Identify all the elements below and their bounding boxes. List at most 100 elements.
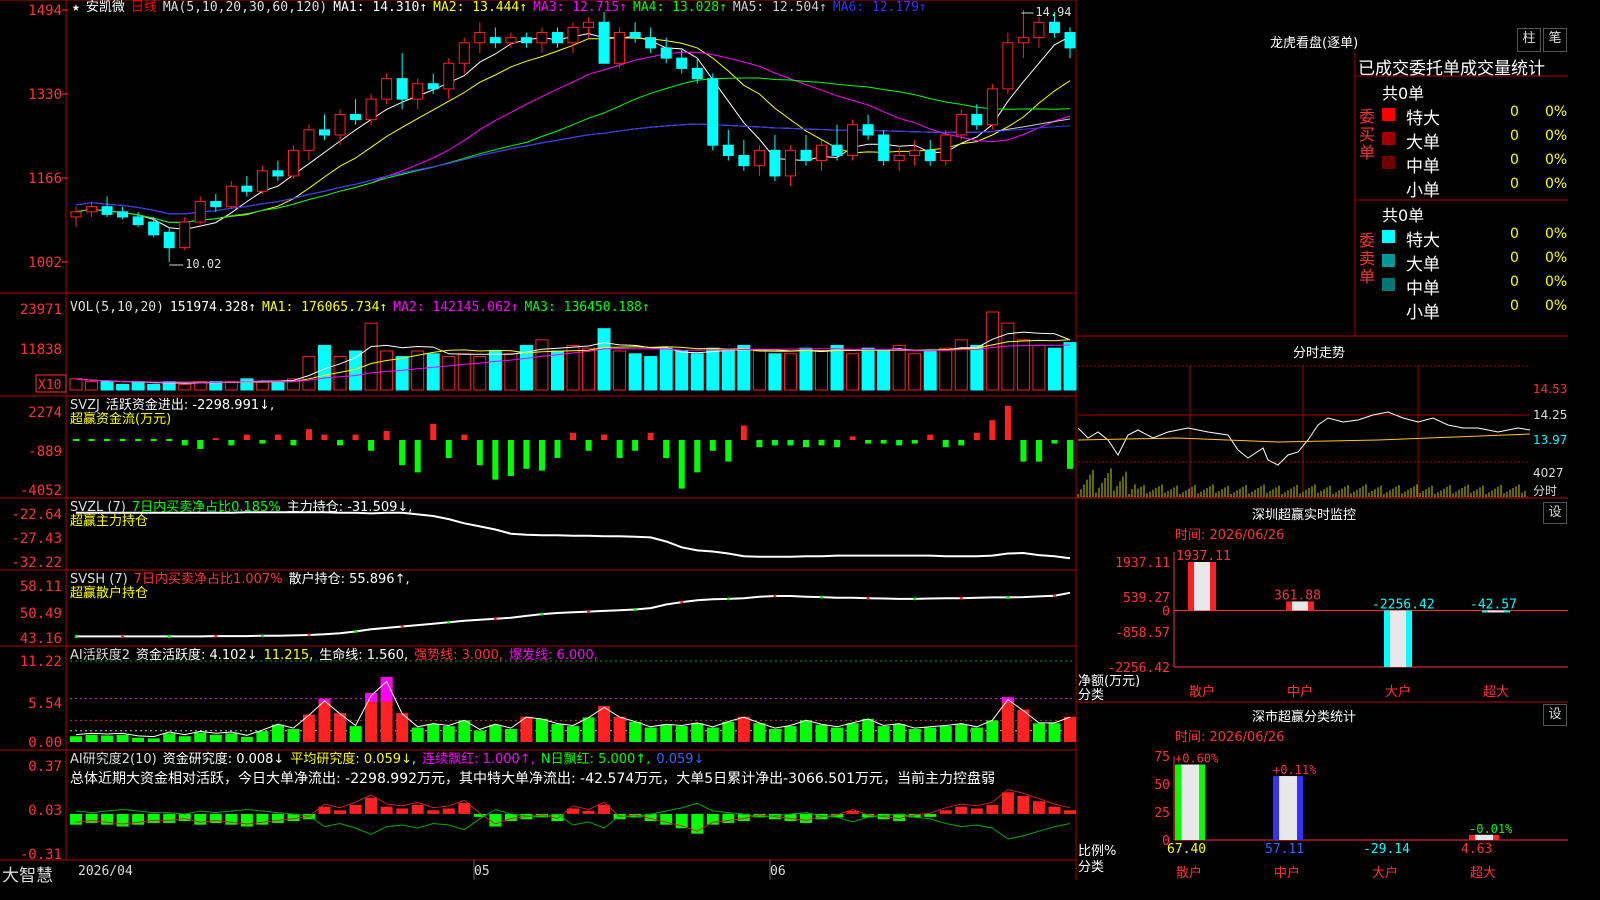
svzj-bar-11 — [243, 434, 250, 440]
ai2-d: N日飘红: 5.000↑, — [540, 752, 651, 767]
candle-body-2 — [101, 206, 113, 215]
svzj-dash-6 — [166, 439, 173, 441]
ai2-bar-59 — [986, 804, 999, 814]
ma-line-6 — [75, 123, 1071, 215]
classify-settings-button[interactable]: 设 — [1543, 704, 1567, 726]
candle-body-3 — [117, 211, 129, 218]
monitor-time: 时间: 2026/06/26 — [1175, 528, 1285, 543]
ai2-bar-6 — [163, 813, 176, 823]
buy-swatch-1 — [1382, 132, 1395, 145]
svsh-dot-9 — [214, 634, 218, 638]
ai2-bar-25 — [458, 803, 471, 814]
ai1-bar-32 — [567, 726, 579, 742]
vol-bar-1 — [85, 381, 99, 391]
svzj-bar-23 — [430, 423, 437, 440]
ai1-bar-2 — [101, 735, 114, 742]
ma-value-6: MA6: 12.179↑ — [832, 0, 927, 15]
ai1-axis-label-0: 11.22 — [20, 654, 62, 670]
fenshi-p1: 14.53 — [1533, 382, 1568, 396]
candle-body-31 — [551, 32, 563, 44]
svsh-axis-label-2: 43.16 — [20, 631, 62, 647]
vol-bar-23 — [426, 353, 440, 391]
svsh-dot-54 — [913, 597, 917, 601]
ai1-bar-44 — [753, 723, 766, 742]
vol-bar-49 — [830, 344, 844, 391]
ai2-bar-3 — [116, 813, 129, 827]
ai1-bar-51 — [862, 718, 875, 742]
fenshi-title[interactable]: 分时走势 — [1293, 342, 1345, 361]
svzj-bar-47 — [802, 440, 809, 448]
svzl-desc1: 7日内买卖净占比0.185% — [131, 500, 281, 515]
ai1-bar-28 — [504, 729, 517, 742]
candle-body-49 — [831, 144, 843, 156]
candle-body-60 — [1002, 42, 1014, 90]
svzj-bar-38 — [663, 440, 670, 458]
candle-body-41 — [707, 78, 719, 146]
sell-label-0: 特大 — [1406, 231, 1440, 251]
vol-bar-47 — [799, 347, 813, 391]
candle-body-28 — [505, 37, 517, 44]
ai2-bar-27 — [489, 813, 502, 827]
period-label[interactable]: 日线 — [131, 0, 157, 15]
fenshi-vol: 4027 — [1533, 466, 1564, 480]
ma-value-3: MA3: 12.715↑ — [533, 0, 627, 15]
sell-swatch-3 — [1382, 302, 1395, 315]
svzj-desc: 活跃资金进出: -2298.991↓, — [105, 398, 275, 413]
ai1-header: AI活跃度2 资金活跃度: 4.102↓ 11.215, 生命线: 1.560, 强势线… — [70, 648, 604, 664]
monitor-settings-button[interactable]: 设 — [1543, 502, 1567, 524]
monitor-axis-label-2: 0 — [1162, 605, 1170, 620]
svzj-bar-24 — [445, 440, 452, 458]
svzj-bar-12 — [259, 440, 266, 444]
monitor-cat-label-1: 中户 — [1287, 684, 1313, 700]
classify-bar-label-3: 4.63 — [1461, 842, 1492, 857]
candle-body-16 — [319, 129, 330, 136]
svsh-dot-36 — [633, 607, 637, 611]
favorite-star-icon[interactable]: ★ — [72, 0, 80, 15]
vol-bar-59 — [985, 311, 999, 391]
sell-val-0: 0 — [1510, 226, 1519, 242]
svzj-bar-21 — [399, 440, 406, 466]
ai2-bar-24 — [442, 808, 455, 814]
vol-bar-53 — [892, 344, 906, 391]
candle-body-13 — [272, 170, 284, 177]
ai1-bar-9 — [209, 734, 222, 742]
svsh-desc2: 散户持仓: 55.896↑, — [288, 572, 410, 587]
candle-body-26 — [474, 32, 486, 44]
ma-value-4: MA4: 13.028↑ — [633, 0, 727, 15]
ai1-bar-58 — [970, 727, 983, 742]
vol-bar-42 — [721, 350, 735, 391]
candle-body-9 — [210, 201, 222, 208]
ai1-bar-36 — [629, 721, 642, 742]
svsh-dot-60 — [1006, 595, 1010, 599]
svzj-bar-64 — [1067, 440, 1073, 469]
ai1-bar-42 — [722, 721, 735, 742]
vol-bar-61 — [1016, 339, 1030, 391]
buy-val-2: 0 — [1510, 152, 1519, 168]
classify-axis-label-0: 75 — [1154, 750, 1170, 765]
ai2-bar-55 — [924, 813, 937, 817]
candle-body-35 — [614, 32, 626, 64]
buy-pct-2: 0% — [1545, 152, 1568, 168]
svzj-bar-52 — [880, 440, 887, 444]
column-view-button[interactable]: 柱 — [1517, 28, 1541, 52]
svzj-bar-16 — [321, 434, 328, 440]
svzj-axis-label-0: 2274 — [28, 405, 62, 421]
candle-body-57 — [955, 113, 967, 136]
vol-bar-48 — [815, 350, 828, 391]
ai2-bar-57 — [955, 806, 968, 814]
vol-bar-21 — [395, 356, 409, 391]
svsh-dot-0 — [74, 634, 78, 638]
ai2-bar-18 — [349, 804, 362, 814]
high-annotation: 14.94 — [1035, 5, 1071, 19]
fenshi-vlabel: 分时 — [1533, 484, 1558, 498]
tick-view-button[interactable]: 笔 — [1543, 28, 1567, 52]
vol-bar-58 — [970, 344, 984, 391]
vol-bar-50 — [846, 353, 860, 391]
svsh-dot-39 — [680, 600, 684, 604]
ai2-bar-58 — [970, 808, 983, 814]
svzj-bar-31 — [554, 440, 561, 458]
low-annotation: 10.02 — [185, 257, 221, 271]
ai1-bar-8 — [194, 732, 207, 742]
price-axis-label-2: 1166 — [28, 171, 62, 187]
vol-bar-12 — [255, 381, 269, 391]
